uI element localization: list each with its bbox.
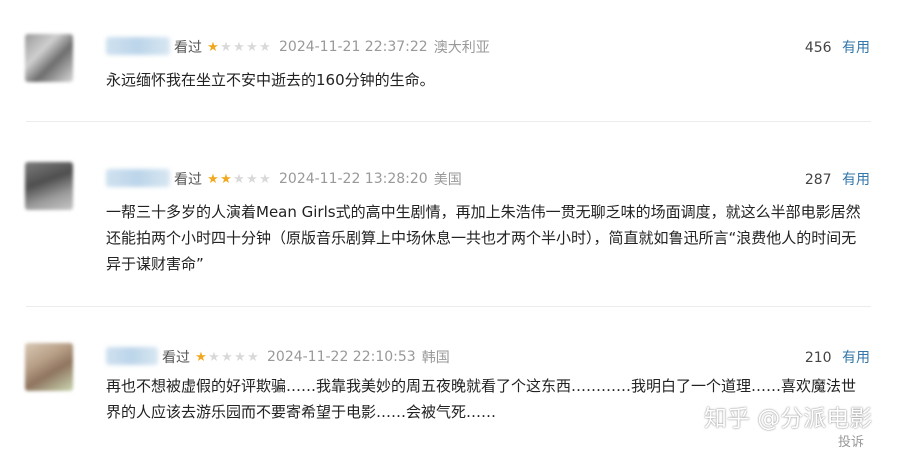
star-icon: ★ bbox=[220, 39, 232, 55]
vote-block: 210 有用 bbox=[805, 347, 870, 367]
review-location: 美国 bbox=[433, 172, 462, 188]
watched-label: 看过 bbox=[174, 172, 202, 188]
review-location: 韩国 bbox=[421, 350, 450, 366]
vote-count: 210 bbox=[804, 350, 832, 366]
report-link[interactable]: 投诉 bbox=[838, 431, 864, 450]
avatar[interactable] bbox=[25, 162, 73, 210]
useful-button[interactable]: 有用 bbox=[842, 350, 870, 366]
username-blurred[interactable] bbox=[106, 169, 170, 187]
star-icon: ★ bbox=[246, 39, 258, 55]
star-icon: ★ bbox=[195, 349, 207, 365]
review-meta: 看过 ★ ★ ★ ★ ★ 2024-11-22 22:10:53 韩国 bbox=[162, 347, 450, 367]
star-icon: ★ bbox=[259, 39, 271, 55]
star-icon: ★ bbox=[207, 39, 219, 55]
zhihu-watermark: 知乎 @分派电影 bbox=[704, 406, 873, 432]
review-location: 澳大利亚 bbox=[433, 40, 490, 56]
divider bbox=[26, 306, 871, 307]
review-date: 2024-11-22 13:28:20 bbox=[279, 171, 428, 187]
vote-count: 287 bbox=[804, 172, 832, 188]
star-icon: ★ bbox=[247, 349, 259, 365]
star-icon: ★ bbox=[246, 171, 258, 187]
star-icon: ★ bbox=[233, 171, 245, 187]
username-blurred[interactable] bbox=[106, 347, 158, 365]
review-date: 2024-11-22 22:10:53 bbox=[267, 349, 416, 365]
star-icon: ★ bbox=[207, 171, 219, 187]
useful-button[interactable]: 有用 bbox=[842, 172, 870, 188]
review-date: 2024-11-21 22:37:22 bbox=[279, 39, 428, 55]
avatar[interactable] bbox=[25, 343, 73, 391]
star-icon: ★ bbox=[221, 349, 233, 365]
star-icon: ★ bbox=[234, 349, 246, 365]
vote-block: 456 有用 bbox=[805, 37, 870, 57]
username-blurred[interactable] bbox=[106, 37, 170, 55]
review-meta: 看过 ★ ★ ★ ★ ★ 2024-11-22 13:28:20 美国 bbox=[174, 169, 462, 189]
watched-label: 看过 bbox=[162, 350, 190, 366]
review-meta: 看过 ★ ★ ★ ★ ★ 2024-11-21 22:37:22 澳大利亚 bbox=[174, 37, 490, 57]
review-content: 永远缅怀我在坐立不安中逝去的160分钟的生命。 bbox=[106, 71, 435, 89]
rating-stars: ★ ★ ★ ★ ★ bbox=[206, 172, 271, 187]
star-icon: ★ bbox=[233, 39, 245, 55]
rating-stars: ★ ★ ★ ★ ★ bbox=[206, 40, 271, 55]
vote-count: 456 bbox=[804, 40, 832, 56]
star-icon: ★ bbox=[220, 171, 232, 187]
vote-block: 287 有用 bbox=[805, 169, 870, 189]
useful-button[interactable]: 有用 bbox=[842, 40, 870, 56]
watched-label: 看过 bbox=[174, 40, 202, 56]
avatar[interactable] bbox=[25, 34, 73, 82]
divider bbox=[26, 121, 871, 122]
review-content: 一帮三十多岁的人演着Mean Girls式的高中生剧情，再加上朱浩伟一贯无聊乏味… bbox=[106, 203, 861, 273]
star-icon: ★ bbox=[208, 349, 220, 365]
rating-stars: ★ ★ ★ ★ ★ bbox=[194, 350, 259, 365]
star-icon: ★ bbox=[259, 171, 271, 187]
